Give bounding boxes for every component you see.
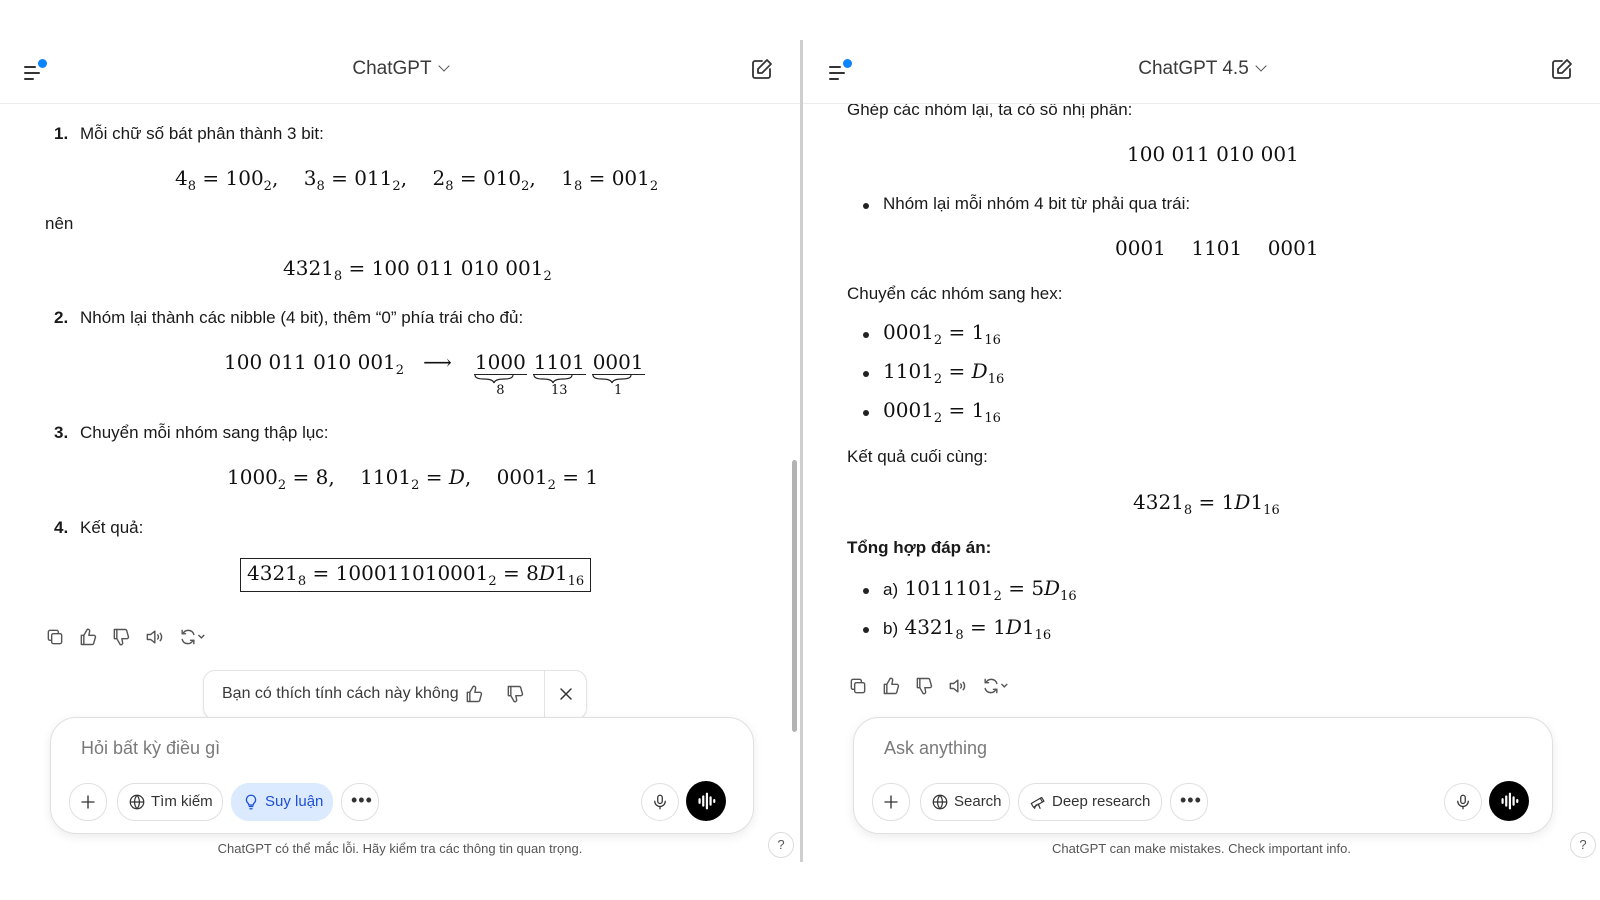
waveform-icon	[1501, 792, 1519, 810]
math-nibble-groups: 0001 1101 0001	[1115, 236, 1319, 260]
bullet	[863, 371, 869, 377]
chat-header: ChatGPT 4.5	[803, 40, 1600, 104]
math-hex-3: 00012 = 116	[883, 398, 1001, 426]
thumbs-up-icon[interactable]	[78, 627, 100, 649]
paragraph-text: Chuyển các nhóm sang hex:	[847, 284, 1063, 303]
read-aloud-icon[interactable]	[144, 627, 166, 649]
help-button[interactable]: ?	[768, 832, 794, 858]
microphone-icon	[654, 794, 666, 810]
help-button[interactable]: ?	[1570, 832, 1596, 858]
composer: Hỏi bất kỳ điều gì Tìm kiếm Suy luận •••	[50, 717, 754, 834]
paragraph-text: nên	[45, 214, 74, 233]
thumbs-down-icon[interactable]	[505, 684, 527, 706]
bullet	[863, 410, 869, 416]
math-octal-to-binary: 43218 = 100 011 010 0012	[283, 256, 552, 284]
model-name: ChatGPT	[352, 58, 432, 79]
math-hex-1: 00012 = 116	[883, 320, 1001, 348]
step-text: Nhóm lại thành các nibble (4 bit), thêm …	[80, 308, 524, 327]
step-number: 1.	[54, 124, 69, 143]
step-number: 2.	[54, 308, 69, 327]
personality-feedback-prompt: Bạn có thích tính cách này không	[203, 670, 587, 720]
message-actions	[848, 676, 1028, 700]
disclaimer: ChatGPT có thể mắc lỗi. Hãy kiểm tra các…	[217, 841, 583, 856]
composer-input[interactable]: Hỏi bất kỳ điều gì	[81, 738, 220, 759]
feedback-question: Bạn có thích tính cách này không	[222, 685, 459, 702]
composer-input[interactable]: Ask anything	[884, 738, 987, 759]
more-tools-button[interactable]: •••	[341, 783, 379, 821]
math-nibble-grouping: 100 011 010 0012 ⟶ 1000 8 1101 13 0001 1	[224, 350, 645, 398]
paragraph-text: Ghép các nhóm lại, ta có số nhị phân:	[847, 104, 1133, 119]
math-answer-b: b) 43218 = 1D116	[883, 615, 1052, 643]
voice-mode-button[interactable]	[686, 781, 726, 821]
scrollbar-thumb[interactable]	[792, 460, 797, 732]
new-chat-icon[interactable]	[750, 57, 776, 83]
ellipsis-icon: •••	[1180, 790, 1202, 810]
message-area: Ghép các nhóm lại, ta có số nhị phân: 10…	[803, 104, 1600, 694]
step-number: 3.	[54, 423, 69, 442]
telescope-icon	[1030, 796, 1045, 810]
thumbs-up-icon[interactable]	[881, 676, 903, 698]
step-text: Kết quả:	[80, 518, 144, 537]
composer: Ask anything Search Deep research •••	[853, 717, 1553, 834]
bullet-text: Nhóm lại mỗi nhóm 4 bit từ phải qua trái…	[883, 194, 1191, 213]
microphone-icon	[1457, 794, 1469, 810]
new-chat-icon[interactable]	[1550, 57, 1576, 83]
read-aloud-icon[interactable]	[947, 676, 969, 698]
waveform-icon	[698, 792, 716, 810]
math-hex-digits: 10002 = 8, 11012 = D, 00012 = 1	[227, 465, 599, 493]
microphone-button[interactable]	[641, 783, 679, 821]
math-final-result-box: 43218 = 1000110100012 = 8D116	[240, 558, 592, 592]
thumbs-down-icon[interactable]	[914, 676, 936, 698]
ellipsis-icon: •••	[351, 790, 373, 810]
regenerate-icon[interactable]	[980, 676, 1014, 698]
bullet	[863, 627, 869, 633]
math-binary-number: 100 011 010 001	[1127, 142, 1299, 166]
voice-mode-button[interactable]	[1489, 781, 1529, 821]
copy-icon[interactable]	[848, 676, 870, 698]
globe-icon	[129, 794, 145, 810]
search-button[interactable]: Search	[920, 783, 1010, 821]
regenerate-icon[interactable]	[177, 627, 211, 649]
disclaimer: ChatGPT can make mistakes. Check importa…	[1052, 841, 1351, 856]
message-area: 1. Mỗi chữ số bát phân thành 3 bit: 48 =…	[0, 104, 800, 694]
summary-title: Tổng hợp đáp án:	[847, 538, 992, 557]
step-number: 4.	[54, 518, 69, 537]
thumbs-down-icon[interactable]	[111, 627, 133, 649]
lightbulb-icon	[245, 794, 257, 810]
paragraph-text: Kết quả cuối cùng:	[847, 447, 988, 466]
model-selector[interactable]: ChatGPT 4.5	[803, 58, 1600, 80]
bullet	[863, 588, 869, 594]
math-answer-a: a) 10111012 = 5D16	[883, 576, 1077, 604]
math-hex-2: 11012 = D16	[883, 359, 1005, 387]
globe-icon	[932, 794, 948, 810]
copy-icon[interactable]	[45, 627, 67, 649]
thumbs-up-icon[interactable]	[464, 684, 486, 706]
close-icon[interactable]	[556, 684, 578, 706]
search-button[interactable]: Tìm kiếm	[117, 783, 223, 821]
chat-pane-left: ChatGPT 1. Mỗi chữ số bát phân thành 3 b…	[0, 0, 800, 900]
chat-header: ChatGPT	[0, 40, 800, 104]
message-actions	[45, 627, 225, 651]
bullet	[863, 332, 869, 338]
microphone-button[interactable]	[1444, 783, 1482, 821]
model-name: ChatGPT 4.5	[1138, 58, 1249, 79]
reasoning-button[interactable]: Suy luận	[231, 783, 333, 821]
add-attachment-button[interactable]	[69, 783, 107, 821]
model-selector[interactable]: ChatGPT	[0, 58, 800, 80]
step-text: Mỗi chữ số bát phân thành 3 bit:	[80, 124, 324, 143]
step-text: Chuyển mỗi nhóm sang thập lục:	[80, 423, 329, 442]
more-tools-button[interactable]: •••	[1170, 783, 1208, 821]
math-digit-conversions: 48 = 1002, 38 = 0112, 28 = 0102, 18 = 00…	[175, 166, 659, 194]
chevron-down-icon	[1255, 60, 1267, 72]
chevron-down-icon	[437, 60, 450, 72]
deep-research-button[interactable]: Deep research	[1018, 783, 1162, 821]
bullet	[863, 203, 869, 209]
chat-pane-right: ChatGPT 4.5 Ghép các nhóm lại, ta có số …	[803, 0, 1600, 900]
math-final-result: 43218 = 1D116	[1133, 490, 1280, 518]
add-attachment-button[interactable]	[872, 783, 910, 821]
